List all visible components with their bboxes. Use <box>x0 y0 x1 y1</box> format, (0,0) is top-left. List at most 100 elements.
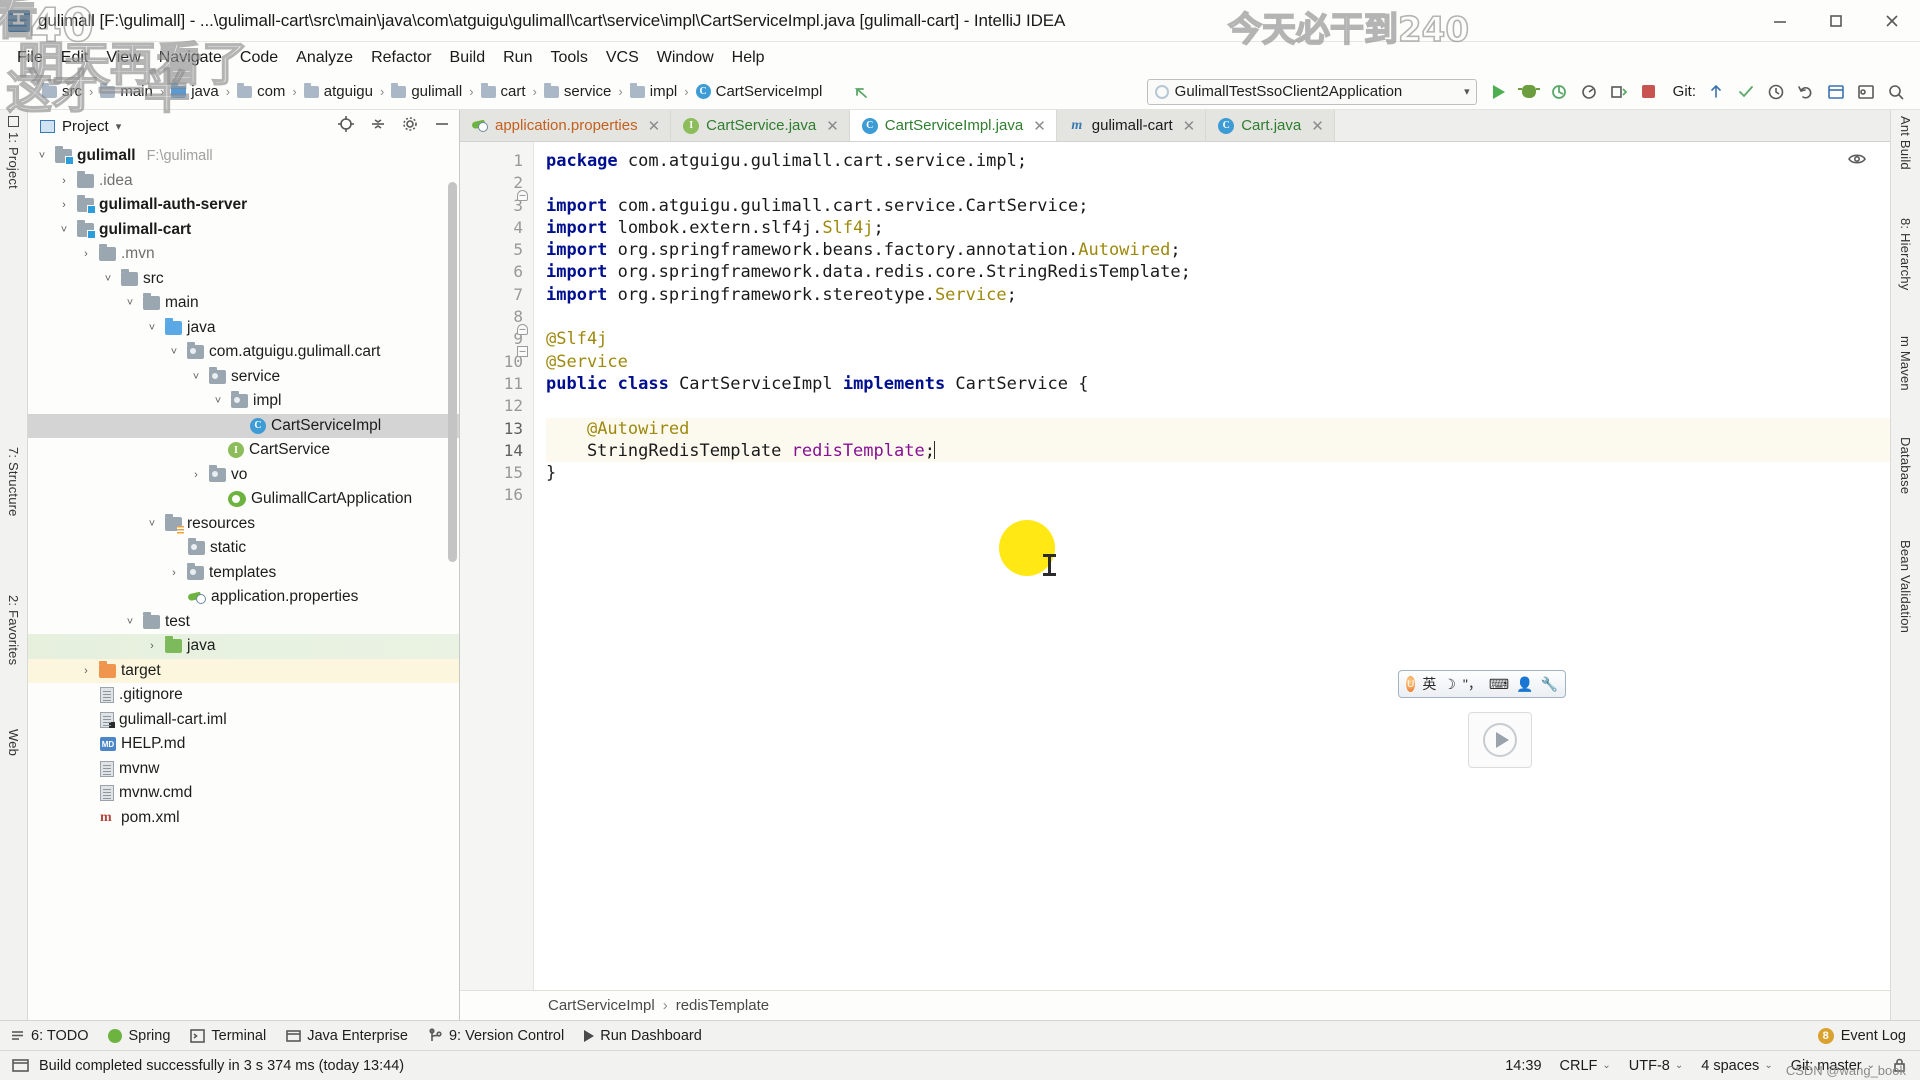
twisty-icon[interactable]: › <box>144 640 160 652</box>
tree-node-idea[interactable]: › .idea <box>28 169 459 194</box>
jump-to-source-icon[interactable] <box>848 78 876 106</box>
commit-icon[interactable] <box>1732 78 1760 106</box>
hide-panel-icon[interactable] <box>433 115 451 137</box>
menu-navigate[interactable]: Navigate <box>150 46 231 70</box>
tool-window-java-enterprise[interactable]: Java Enterprise <box>286 1028 408 1044</box>
close-icon[interactable]: ✕ <box>648 117 661 135</box>
attach-debugger-button[interactable] <box>1605 78 1633 106</box>
settings-gear-icon[interactable] <box>1822 78 1850 106</box>
twisty-icon[interactable]: ˅ <box>210 395 226 407</box>
menu-code[interactable]: Code <box>231 46 287 70</box>
tab-gulimall-cart[interactable]: m gulimall-cart ✕ <box>1056 110 1207 141</box>
tree-node-gitignore[interactable]: .gitignore <box>28 683 459 708</box>
tree-node-impl[interactable]: ˅ impl <box>28 389 459 414</box>
close-icon[interactable]: ✕ <box>1311 117 1324 135</box>
navbar-crumb-impl[interactable]: impl <box>626 81 682 102</box>
tool-window-spring[interactable]: Spring <box>108 1028 170 1044</box>
rail-item-project[interactable]: 1: Project <box>6 116 21 189</box>
menu-refactor[interactable]: Refactor <box>362 46 440 70</box>
twisty-icon[interactable]: › <box>188 469 204 481</box>
navbar-crumb-com[interactable]: com <box>233 81 289 102</box>
status-line-separator[interactable]: CRLF ⌄ <box>1560 1058 1611 1074</box>
stop-button[interactable] <box>1635 78 1663 106</box>
tab-cart-java[interactable]: C Cart.java ✕ <box>1206 110 1335 141</box>
tool-window-run-dashboard[interactable]: Run Dashboard <box>584 1028 702 1044</box>
tree-node-vo[interactable]: › vo <box>28 463 459 488</box>
scroll-from-source-icon[interactable] <box>337 115 355 137</box>
tab-cartserviceimpl-java[interactable]: C CartServiceImpl.java ✕ <box>849 110 1057 141</box>
navbar-crumb-atguigu[interactable]: atguigu <box>300 81 377 102</box>
menu-run[interactable]: Run <box>494 46 541 70</box>
ime-punctuation-icon[interactable]: "， <box>1463 674 1482 694</box>
tree-node-gulimallcartapplication[interactable]: GulimallCartApplication <box>28 487 459 512</box>
search-everywhere-icon[interactable] <box>1882 78 1910 106</box>
tree-node-src[interactable]: ˅ src <box>28 267 459 292</box>
twisty-icon[interactable]: ˅ <box>34 150 50 162</box>
tool-window-todo[interactable]: 6: TODO <box>10 1028 88 1044</box>
twisty-icon[interactable]: ˅ <box>144 518 160 530</box>
project-tree-scrollbar[interactable] <box>448 182 457 562</box>
minimize-button[interactable] <box>1752 0 1808 42</box>
run-button[interactable] <box>1485 78 1513 106</box>
chevron-down-icon[interactable]: ▾ <box>116 120 122 133</box>
twisty-icon[interactable]: ˅ <box>144 322 160 334</box>
preferences-icon[interactable] <box>1852 78 1880 106</box>
rail-item-database[interactable]: Database <box>1898 437 1913 494</box>
ime-tools-icon[interactable]: 🔧 <box>1541 676 1558 693</box>
navbar-crumb-gulimall[interactable]: gulimall <box>387 81 466 102</box>
twisty-icon[interactable]: › <box>78 248 94 260</box>
tab-application-properties[interactable]: application.properties ✕ <box>460 110 672 141</box>
twisty-icon[interactable]: ˅ <box>56 224 72 236</box>
rail-item-maven[interactable]: m Maven <box>1898 336 1913 391</box>
close-icon[interactable]: ✕ <box>1183 117 1196 135</box>
navbar-crumb-main[interactable]: main <box>96 81 157 102</box>
floating-recorder-widget[interactable] <box>1468 712 1532 768</box>
fold-icon-annotation-slf4j[interactable]: – <box>517 324 528 335</box>
twisty-icon[interactable]: › <box>166 567 182 579</box>
tool-window-terminal[interactable]: Terminal <box>190 1028 266 1044</box>
ime-mode-label[interactable]: 英 <box>1422 674 1436 694</box>
ime-input-toolbar[interactable]: U 英 ☽ "， ⌨ 👤 🔧 <box>1398 670 1566 698</box>
fold-icon-annotation-service[interactable]: – <box>517 346 528 357</box>
navbar-crumb-java[interactable]: java <box>167 81 223 102</box>
collapse-all-icon[interactable] <box>369 115 387 137</box>
fold-icon-imports[interactable]: – <box>517 190 528 201</box>
tree-node-resources[interactable]: ˅ resources <box>28 512 459 537</box>
tree-node-cartservice[interactable]: I CartService <box>28 438 459 463</box>
twisty-icon[interactable]: ˅ <box>166 346 182 358</box>
breadcrumb-field[interactable]: redisTemplate <box>676 997 769 1014</box>
tree-node-templates[interactable]: › templates <box>28 561 459 586</box>
tree-node-main[interactable]: ˅ main <box>28 291 459 316</box>
rollback-icon[interactable] <box>1792 78 1820 106</box>
rail-item-structure[interactable]: 7: Structure <box>6 447 21 517</box>
twisty-icon[interactable]: ˅ <box>122 297 138 309</box>
twisty-icon[interactable]: › <box>56 175 72 187</box>
tree-node-target[interactable]: › target <box>28 658 459 683</box>
twisty-icon[interactable]: › <box>56 199 72 211</box>
tree-node-static[interactable]: static <box>28 536 459 561</box>
menu-build[interactable]: Build <box>441 46 495 70</box>
settings-gear-icon[interactable] <box>401 115 419 137</box>
tree-node-mvn[interactable]: › .mvn <box>28 242 459 267</box>
history-icon[interactable] <box>1762 78 1790 106</box>
menu-vcs[interactable]: VCS <box>597 46 648 70</box>
chevron-down-icon[interactable]: ▾ <box>1464 85 1470 98</box>
close-icon[interactable]: ✕ <box>1033 117 1046 135</box>
tree-node-gulimall[interactable]: ˅ gulimall F:\gulimall <box>28 144 459 169</box>
tree-node-java-test[interactable]: › java <box>28 634 459 659</box>
rail-item-ant-build[interactable]: Ant Build <box>1898 116 1913 170</box>
tree-node-gulimall-cart-iml[interactable]: gulimall-cart.iml <box>28 708 459 733</box>
event-log-label[interactable]: Event Log <box>1841 1028 1906 1044</box>
debug-button[interactable] <box>1515 78 1543 106</box>
tree-node-mvnw[interactable]: mvnw <box>28 757 459 782</box>
ime-keyboard-icon[interactable]: ⌨ <box>1489 676 1509 693</box>
navbar-crumb-service[interactable]: service <box>540 81 616 102</box>
code-content[interactable]: package com.atguigu.gulimall.cart.servic… <box>534 142 1890 990</box>
close-icon[interactable]: ✕ <box>826 117 839 135</box>
tree-node-pom-xml[interactable]: m pom.xml <box>28 806 459 831</box>
profile-button[interactable] <box>1575 78 1603 106</box>
tree-node-application-properties[interactable]: application.properties <box>28 585 459 610</box>
menu-help[interactable]: Help <box>723 46 774 70</box>
twisty-icon[interactable]: ˅ <box>188 371 204 383</box>
breadcrumb-class[interactable]: CartServiceImpl <box>548 997 655 1014</box>
